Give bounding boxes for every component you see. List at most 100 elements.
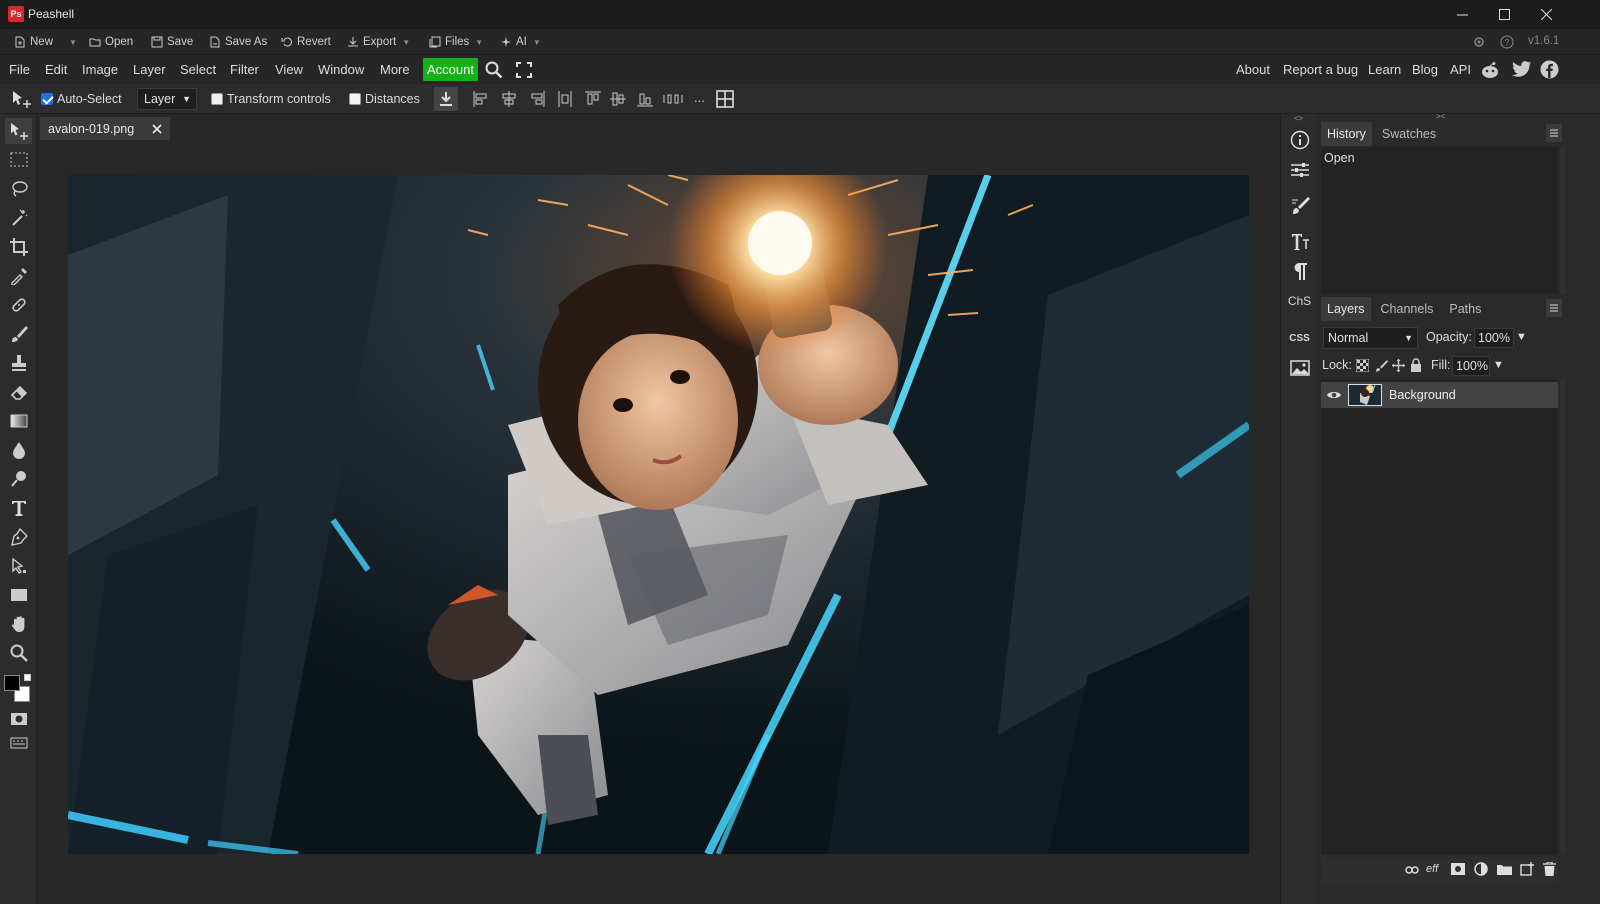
menu-file[interactable]: File bbox=[9, 55, 30, 84]
history-item[interactable]: Open bbox=[1324, 151, 1355, 165]
checkbox-unchecked[interactable] bbox=[211, 93, 223, 105]
menu-select[interactable]: Select bbox=[180, 55, 216, 84]
info-panel-button[interactable] bbox=[1285, 126, 1314, 154]
adjustment-layer-icon[interactable] bbox=[1474, 862, 1488, 876]
menu-view[interactable]: View bbox=[275, 55, 303, 84]
magic-wand-tool[interactable] bbox=[5, 205, 32, 231]
align-left-icon[interactable] bbox=[473, 91, 489, 107]
checkbox-unchecked[interactable] bbox=[349, 93, 361, 105]
fullscreen-icon[interactable] bbox=[516, 62, 532, 78]
crop-tool[interactable] bbox=[5, 234, 32, 260]
menu-layer[interactable]: Layer bbox=[133, 55, 166, 84]
align-right-icon[interactable] bbox=[529, 91, 545, 107]
open-button[interactable]: Open bbox=[89, 29, 133, 55]
move-tool[interactable] bbox=[5, 118, 32, 144]
search-icon[interactable] bbox=[485, 61, 503, 79]
new-layer-icon[interactable] bbox=[1520, 862, 1534, 876]
menu-window[interactable]: Window bbox=[318, 55, 364, 84]
close-tab-icon[interactable] bbox=[152, 123, 162, 134]
dodge-tool[interactable] bbox=[5, 466, 32, 492]
save-as-button[interactable]: Save As bbox=[209, 29, 267, 55]
opacity-input[interactable]: 100% bbox=[1474, 328, 1514, 348]
maximize-button[interactable] bbox=[1482, 0, 1526, 29]
layers-scrollbar[interactable] bbox=[1560, 379, 1566, 855]
more-options[interactable]: ... bbox=[694, 90, 705, 105]
files-button[interactable]: Files ▼ bbox=[429, 29, 483, 55]
lock-all-icon[interactable] bbox=[1410, 358, 1422, 372]
facebook-icon[interactable] bbox=[1540, 60, 1559, 79]
menu-image[interactable]: Image bbox=[82, 55, 118, 84]
css-panel-button[interactable]: CSS bbox=[1285, 324, 1314, 352]
collapse-arrows-icon[interactable]: <> bbox=[1294, 114, 1303, 123]
distribute-horizontal-icon[interactable] bbox=[557, 91, 573, 107]
link-blog[interactable]: Blog bbox=[1412, 55, 1438, 84]
eyedropper-tool[interactable] bbox=[5, 263, 32, 289]
quick-mask-tool[interactable] bbox=[5, 706, 32, 732]
image-panel-button[interactable] bbox=[1285, 354, 1314, 382]
twitter-icon[interactable] bbox=[1512, 61, 1532, 78]
menu-more[interactable]: More bbox=[380, 55, 410, 84]
brush-panel-button[interactable] bbox=[1285, 192, 1314, 220]
link-learn[interactable]: Learn bbox=[1368, 55, 1401, 84]
tab-layers[interactable]: Layers bbox=[1321, 297, 1371, 321]
reddit-icon[interactable] bbox=[1480, 61, 1500, 79]
account-button[interactable]: Account bbox=[423, 58, 478, 81]
type-tool[interactable] bbox=[5, 495, 32, 521]
swap-colors-icon[interactable] bbox=[24, 674, 31, 681]
layer-name[interactable]: Background bbox=[1389, 388, 1456, 402]
revert-button[interactable]: Revert bbox=[281, 29, 331, 55]
lock-position-icon[interactable] bbox=[1392, 359, 1405, 372]
distances-checkbox[interactable]: Distances bbox=[349, 91, 420, 107]
marquee-tool[interactable] bbox=[5, 147, 32, 173]
close-window-button[interactable] bbox=[1524, 0, 1568, 29]
link-layers-icon[interactable] bbox=[1405, 865, 1419, 875]
keyboard-shortcuts-tool[interactable] bbox=[5, 730, 32, 756]
transform-controls-checkbox[interactable]: Transform controls bbox=[211, 91, 331, 107]
new-button[interactable]: New ▼ bbox=[14, 29, 77, 55]
link-api[interactable]: API bbox=[1450, 55, 1471, 84]
tab-channels[interactable]: Channels bbox=[1375, 297, 1440, 321]
settings-gear-icon[interactable] bbox=[1473, 36, 1485, 48]
lock-transparency-icon[interactable] bbox=[1356, 359, 1369, 372]
pen-tool[interactable] bbox=[5, 524, 32, 550]
history-scrollbar[interactable] bbox=[1560, 147, 1566, 294]
save-button[interactable]: Save bbox=[151, 29, 193, 55]
layer-effects-icon[interactable]: eff bbox=[1426, 863, 1438, 875]
link-report-bug[interactable]: Report a bug bbox=[1283, 55, 1358, 84]
checkbox-checked[interactable] bbox=[41, 93, 53, 105]
collapse-panels-icon[interactable]: >< bbox=[1436, 112, 1445, 121]
opacity-dropdown-icon[interactable]: ▼ bbox=[1516, 331, 1527, 343]
blur-tool[interactable] bbox=[5, 437, 32, 463]
add-mask-icon[interactable] bbox=[1451, 863, 1465, 875]
fill-dropdown-icon[interactable]: ▼ bbox=[1493, 359, 1504, 371]
adjustments-panel-button[interactable] bbox=[1285, 156, 1314, 184]
delete-layer-trash-icon[interactable] bbox=[1543, 862, 1556, 876]
character-panel-button[interactable] bbox=[1285, 228, 1314, 256]
shape-tool[interactable] bbox=[5, 582, 32, 608]
gradient-tool[interactable] bbox=[5, 408, 32, 434]
ai-button[interactable]: AI ▼ bbox=[500, 29, 541, 55]
menu-edit[interactable]: Edit bbox=[45, 55, 67, 84]
foreground-color-swatch[interactable] bbox=[4, 675, 20, 691]
document-tab[interactable]: avalon-019.png bbox=[40, 117, 171, 140]
distribute-vertical-icon[interactable] bbox=[663, 91, 683, 107]
fill-input[interactable]: 100% bbox=[1452, 356, 1490, 376]
grid-icon[interactable] bbox=[716, 90, 734, 108]
zoom-tool[interactable] bbox=[5, 640, 32, 666]
image-canvas[interactable] bbox=[68, 175, 1249, 854]
layer-row[interactable]: Background bbox=[1321, 382, 1558, 408]
history-panel-menu[interactable] bbox=[1546, 124, 1562, 142]
tab-swatches[interactable]: Swatches bbox=[1376, 122, 1442, 146]
paragraph-panel-button[interactable] bbox=[1285, 257, 1314, 285]
minimize-button[interactable] bbox=[1440, 0, 1484, 29]
tab-paths[interactable]: Paths bbox=[1443, 297, 1487, 321]
healing-brush-tool[interactable] bbox=[5, 292, 32, 318]
align-center-horizontal-icon[interactable] bbox=[501, 91, 517, 107]
menu-filter[interactable]: Filter bbox=[230, 55, 259, 84]
link-about[interactable]: About bbox=[1236, 55, 1270, 84]
align-bottom-icon[interactable] bbox=[637, 91, 653, 107]
color-swatches[interactable] bbox=[3, 673, 31, 705]
clone-stamp-tool[interactable] bbox=[5, 350, 32, 376]
align-top-icon[interactable] bbox=[585, 91, 601, 107]
brush-tool[interactable] bbox=[5, 321, 32, 347]
